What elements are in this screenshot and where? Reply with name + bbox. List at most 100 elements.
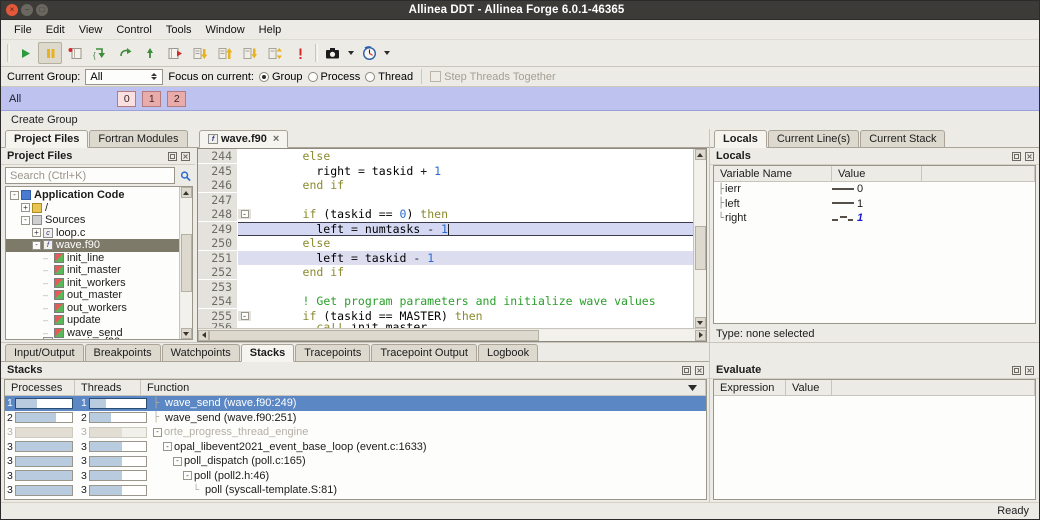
close-icon[interactable]: ×: [6, 4, 18, 16]
tree-item-init_master[interactable]: – init_master: [6, 264, 179, 277]
tab-breakpoints[interactable]: Breakpoints: [84, 344, 161, 361]
tab-stacks[interactable]: Stacks: [240, 344, 295, 362]
code-line[interactable]: 244 else: [198, 149, 693, 164]
tab-project-files[interactable]: Project Files: [5, 130, 89, 148]
scroll-down-icon[interactable]: [180, 328, 192, 339]
menu-control[interactable]: Control: [109, 22, 158, 38]
search-input[interactable]: Search (Ctrl+K): [5, 167, 175, 184]
tree-item-init_line[interactable]: – init_line: [6, 252, 179, 265]
step-over-icon[interactable]: [113, 42, 137, 64]
code-line[interactable]: 253: [198, 279, 693, 295]
process-box-2[interactable]: 2: [167, 90, 187, 107]
tab-fortran-modules[interactable]: Fortran Modules: [89, 130, 188, 147]
locals-rows[interactable]: ├ ierr 0 ├ left 1 └ right 1: [714, 182, 1035, 323]
tree-item--[interactable]: + /: [6, 202, 179, 215]
column-function[interactable]: Function: [141, 380, 706, 395]
column-variable-name[interactable]: Variable Name: [714, 166, 832, 181]
pause-icon[interactable]: [38, 42, 62, 64]
code-line[interactable]: 245 right = taskid + 1: [198, 163, 693, 179]
locals-row[interactable]: ├ left 1: [714, 197, 1035, 212]
stack-expander-icon[interactable]: -: [173, 456, 182, 466]
stacks-close-icon[interactable]: [694, 365, 705, 376]
tree-item-out_workers[interactable]: – out_workers: [6, 302, 179, 315]
editor-hscroll-track[interactable]: [209, 329, 695, 341]
editor-hscroll-thumb[interactable]: [209, 329, 539, 341]
editor-scroll-down-icon[interactable]: [694, 317, 706, 328]
stack-row[interactable]: 3 3 - opal_libevent2021_event_base_loop (ev…: [5, 440, 706, 455]
tab-watchpoints[interactable]: Watchpoints: [161, 344, 240, 361]
play-icon[interactable]: [13, 42, 37, 64]
tree-item-update[interactable]: – update: [6, 314, 179, 327]
column-eval-value[interactable]: Value: [786, 380, 832, 395]
locals-row[interactable]: ├ ierr 0: [714, 182, 1035, 197]
scroll-thumb[interactable]: [180, 234, 192, 292]
stack-row[interactable]: 1 1 ├ wave_send (wave.f90:249): [5, 396, 706, 411]
tab-tracepoints[interactable]: Tracepoints: [295, 344, 371, 361]
stack-row[interactable]: 2 2 ├ wave_send (wave.f90:251): [5, 411, 706, 426]
column-threads[interactable]: Threads: [75, 380, 141, 395]
locals-close-icon[interactable]: [1024, 151, 1035, 162]
column-processes[interactable]: Processes: [5, 380, 75, 395]
editor-horizontal-scrollbar[interactable]: [198, 328, 706, 341]
project-tree[interactable]: - Application Code + / - Sources + c loop.c - f wav…: [6, 187, 179, 339]
editor-vertical-scrollbar[interactable]: [693, 149, 706, 328]
locals-undock-icon[interactable]: [1011, 151, 1022, 162]
code-line[interactable]: 250 else: [198, 236, 693, 251]
tab-wave-f90[interactable]: f wave.f90 ×: [199, 130, 289, 148]
tree-item-loop-c[interactable]: + c loop.c: [6, 227, 179, 240]
minimize-icon[interactable]: −: [21, 4, 33, 16]
menu-file[interactable]: File: [7, 22, 39, 38]
editor-scroll-track[interactable]: [694, 160, 706, 317]
menu-tools[interactable]: Tools: [159, 22, 199, 38]
stack-row[interactable]: 3 3 - orte_progress_thread_engine: [5, 425, 706, 440]
stack-row[interactable]: 3 3 └ poll (syscall-template.S:81): [5, 483, 706, 498]
editor-scroll-thumb[interactable]: [694, 226, 706, 270]
step-out-icon[interactable]: [138, 42, 162, 64]
code-line[interactable]: 248- if (taskid == 0) then: [198, 207, 693, 222]
maximize-icon[interactable]: □: [36, 4, 48, 16]
process-box-0[interactable]: 0: [117, 90, 137, 107]
menu-edit[interactable]: Edit: [39, 22, 72, 38]
tab-current-lines[interactable]: Current Line(s): [767, 130, 860, 147]
tab-current-stack[interactable]: Current Stack: [860, 130, 946, 147]
tree-expander-icon[interactable]: -: [10, 190, 19, 200]
process-box-1[interactable]: 1: [142, 90, 162, 107]
menu-window[interactable]: Window: [199, 22, 252, 38]
tab-locals[interactable]: Locals: [714, 130, 767, 148]
clock-icon[interactable]: [357, 42, 381, 64]
create-group-row[interactable]: Create Group: [1, 111, 1039, 129]
stack-row[interactable]: 3 3 - poll (poll2.h:46): [5, 469, 706, 484]
exclamation-icon[interactable]: [288, 42, 312, 64]
stack-expander-icon[interactable]: -: [163, 442, 172, 452]
tab-tracepoint-output[interactable]: Tracepoint Output: [371, 344, 477, 361]
tree-expander-icon[interactable]: -: [32, 240, 41, 250]
search-icon[interactable]: [180, 170, 191, 181]
undock-icon[interactable]: [167, 151, 178, 162]
tab-close-icon[interactable]: ×: [273, 133, 279, 145]
radio-thread[interactable]: Thread: [365, 71, 413, 83]
sort-caret-icon[interactable]: [688, 382, 697, 394]
fold-toggle-icon[interactable]: -: [240, 311, 249, 320]
code-line[interactable]: 249 left = numtasks - 1: [198, 221, 693, 236]
page-end-icon[interactable]: [238, 42, 262, 64]
stacks-undock-icon[interactable]: [681, 365, 692, 376]
code-line[interactable]: 254 ! Get program parameters and initial…: [198, 294, 693, 309]
locals-row[interactable]: └ right 1: [714, 211, 1035, 226]
menu-view[interactable]: View: [72, 22, 110, 38]
tree-expander-icon[interactable]: -: [21, 215, 30, 225]
code-line[interactable]: 256 call init_master: [198, 323, 693, 328]
tree-expander-icon[interactable]: +: [32, 228, 41, 238]
code-area[interactable]: 244 else 245 right = taskid + 1 246 end if…: [198, 149, 693, 328]
tree-expander-icon[interactable]: +: [21, 203, 30, 213]
tree-item-init_workers[interactable]: – init_workers: [6, 277, 179, 290]
tree-item-sources[interactable]: - Sources: [6, 214, 179, 227]
scroll-up-icon[interactable]: [180, 187, 192, 198]
step-into-icon[interactable]: {: [88, 42, 112, 64]
code-line[interactable]: 246 end if: [198, 178, 693, 193]
code-line[interactable]: 247: [198, 192, 693, 208]
tree-item-application-code[interactable]: - Application Code: [6, 189, 179, 202]
current-group-select[interactable]: All: [85, 68, 164, 85]
stack-expander-icon[interactable]: -: [153, 427, 162, 437]
evaluate-undock-icon[interactable]: [1011, 365, 1022, 376]
tab-input-output[interactable]: Input/Output: [5, 344, 84, 361]
